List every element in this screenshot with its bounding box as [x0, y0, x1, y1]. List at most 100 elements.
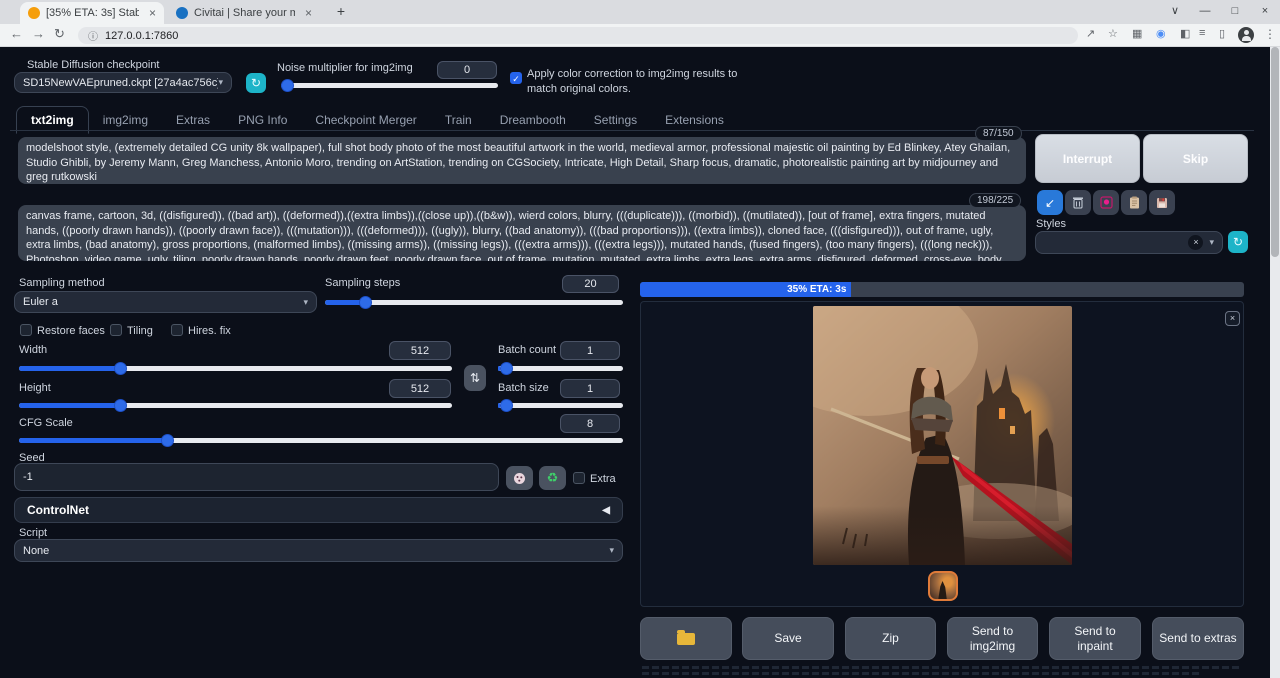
script-value: None [23, 545, 49, 557]
tab-close-icon[interactable]: × [149, 6, 156, 20]
side-panel-icon[interactable]: ▯ [1219, 27, 1225, 40]
noise-multiplier-input[interactable]: 0 [437, 61, 497, 79]
paste-params-button[interactable]: ↙ [1037, 190, 1063, 215]
controlnet-accordion[interactable]: ControlNet ◀ [14, 497, 623, 523]
extra-networks-button[interactable] [1093, 190, 1119, 215]
image-preview-pane: × [640, 301, 1244, 607]
save-style-button[interactable] [1149, 190, 1175, 215]
styles-dropdown[interactable]: × ▾ [1035, 231, 1223, 254]
batch-size-slider[interactable] [498, 399, 623, 412]
extensions-puzzle-icon[interactable]: ◧ [1180, 27, 1190, 40]
close-preview-button[interactable]: × [1225, 311, 1240, 326]
slider-knob[interactable] [161, 434, 174, 447]
scrollbar-thumb[interactable] [1271, 47, 1279, 257]
swap-dimensions-button[interactable]: ⇅ [464, 365, 486, 391]
main-tab-bar: txt2img img2img Extras PNG Info Checkpoi… [16, 105, 738, 133]
width-slider[interactable] [19, 362, 452, 375]
new-tab-button[interactable]: + [332, 3, 350, 21]
restore-faces-checkbox[interactable] [20, 324, 32, 336]
batch-size-input[interactable]: 1 [560, 379, 620, 398]
controlnet-label: ControlNet [27, 503, 89, 517]
hires-fix-checkbox[interactable] [171, 324, 183, 336]
slider-knob[interactable] [281, 79, 294, 92]
slider-fill [19, 403, 120, 408]
skip-button[interactable]: Skip [1143, 134, 1248, 183]
checkpoint-dropdown[interactable]: SD15NewVAEpruned.ckpt [27a4ac756c] ▾ [14, 72, 232, 93]
save-button[interactable]: Save [742, 617, 834, 660]
extension-blue-icon[interactable]: ◉ [1156, 27, 1166, 40]
kebab-menu-icon[interactable]: ⋮ [1264, 27, 1276, 41]
styles-refresh-button[interactable]: ↻ [1228, 231, 1248, 253]
height-input[interactable]: 512 [389, 379, 451, 398]
sampling-method-dropdown[interactable]: Euler a ▾ [14, 291, 317, 313]
slider-knob[interactable] [114, 362, 127, 375]
noise-multiplier-label: Noise multiplier for img2img [277, 62, 413, 74]
window-maximize-button[interactable]: □ [1220, 0, 1250, 24]
checkpoint-refresh-button[interactable]: ↻ [246, 73, 266, 93]
share-icon[interactable]: ↗ [1086, 27, 1095, 40]
negative-prompt-textarea[interactable]: canvas frame, cartoon, 3d, ((disfigured)… [18, 205, 1026, 261]
browser-tab-stable-diffusion[interactable]: [35% ETA: 3s] Stable Diffusion × [20, 2, 164, 24]
sampling-steps-slider[interactable] [325, 296, 623, 309]
sampling-method-value: Euler a [23, 296, 58, 308]
profile-avatar[interactable] [1238, 27, 1254, 43]
slider-track [498, 403, 623, 408]
noise-multiplier-slider[interactable] [281, 79, 498, 92]
cfg-scale-slider[interactable] [19, 434, 623, 447]
slider-track [498, 366, 623, 371]
random-seed-button[interactable] [506, 466, 533, 490]
webui-page: Stable Diffusion checkpoint SD15NewVAEpr… [0, 47, 1270, 678]
sampling-steps-input[interactable]: 20 [562, 275, 619, 293]
tiling-checkbox[interactable] [110, 324, 122, 336]
recycle-icon: ♻ [547, 470, 559, 486]
styles-clear-icon[interactable]: × [1188, 235, 1203, 250]
checkpoint-label: Stable Diffusion checkpoint [27, 59, 160, 71]
back-icon[interactable]: ← [10, 26, 23, 41]
send-to-inpaint-button[interactable]: Send to inpaint [1049, 617, 1141, 660]
window-close-button[interactable]: × [1250, 0, 1280, 24]
send-to-extras-button[interactable]: Send to extras [1152, 617, 1244, 660]
extra-seed-checkbox[interactable] [573, 472, 585, 484]
tab-title: [35% ETA: 3s] Stable Diffusion [46, 7, 139, 19]
generated-image[interactable] [813, 306, 1072, 565]
tab-close-icon[interactable]: × [305, 6, 312, 20]
bookmark-star-icon[interactable]: ☆ [1108, 27, 1118, 40]
tiling-label: Tiling [127, 325, 153, 337]
batch-count-input[interactable]: 1 [560, 341, 620, 360]
height-slider[interactable] [19, 399, 452, 412]
extension-grid-icon[interactable]: ▦ [1132, 27, 1142, 40]
window-minimize-button[interactable]: — [1190, 0, 1220, 24]
slider-fill [19, 366, 120, 371]
open-folder-button[interactable] [640, 617, 732, 660]
gallery-thumbnail[interactable] [928, 571, 958, 601]
floppy-save-icon [1156, 197, 1168, 209]
clear-prompt-button[interactable] [1065, 190, 1091, 215]
reuse-seed-button[interactable]: ♻ [539, 466, 566, 490]
reload-icon[interactable]: ↻ [54, 26, 65, 42]
zip-button[interactable]: Zip [845, 617, 936, 660]
window-menu-icon[interactable]: ∨ [1160, 0, 1190, 24]
cfg-scale-input[interactable]: 8 [560, 414, 620, 433]
reading-list-icon[interactable]: ≡ [1199, 27, 1205, 39]
interrupt-button[interactable]: Interrupt [1035, 134, 1140, 183]
page-scrollbar[interactable] [1270, 47, 1280, 678]
send-to-img2img-button[interactable]: Send to img2img [947, 617, 1038, 660]
slider-knob[interactable] [359, 296, 372, 309]
color-correction-label: Apply color correction to img2img result… [527, 67, 739, 97]
paste-arrow-icon: ↙ [1045, 196, 1055, 210]
apply-styles-button[interactable] [1121, 190, 1147, 215]
slider-knob[interactable] [114, 399, 127, 412]
site-info-icon[interactable]: ⓘ [88, 28, 98, 43]
batch-count-slider[interactable] [498, 362, 623, 375]
width-input[interactable]: 512 [389, 341, 451, 360]
address-bar[interactable]: ⓘ 127.0.0.1:7860 [78, 27, 1078, 44]
seed-input[interactable]: -1 [14, 463, 499, 491]
civitai-favicon [176, 7, 188, 19]
slider-knob[interactable] [500, 399, 513, 412]
browser-tab-civitai[interactable]: Civitai | Share your models × [168, 2, 320, 24]
color-correction-checkbox[interactable]: ✓ [510, 72, 522, 84]
script-dropdown[interactable]: None ▾ [14, 539, 623, 562]
forward-icon[interactable]: → [32, 26, 45, 41]
prompt-textarea[interactable]: modelshoot style, (extremely detailed CG… [18, 137, 1026, 184]
slider-knob[interactable] [500, 362, 513, 375]
